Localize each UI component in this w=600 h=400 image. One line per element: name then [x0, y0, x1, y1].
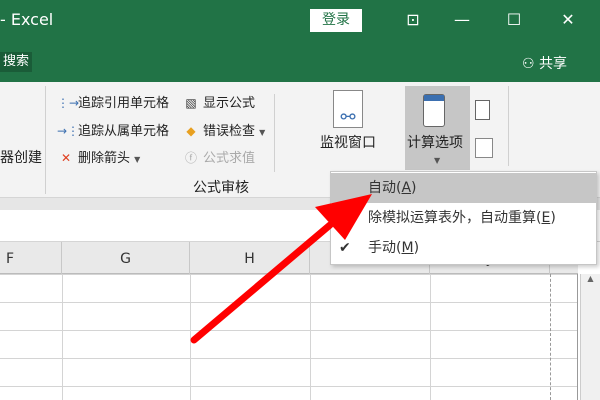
red-arrow-annotation [190, 194, 372, 344]
